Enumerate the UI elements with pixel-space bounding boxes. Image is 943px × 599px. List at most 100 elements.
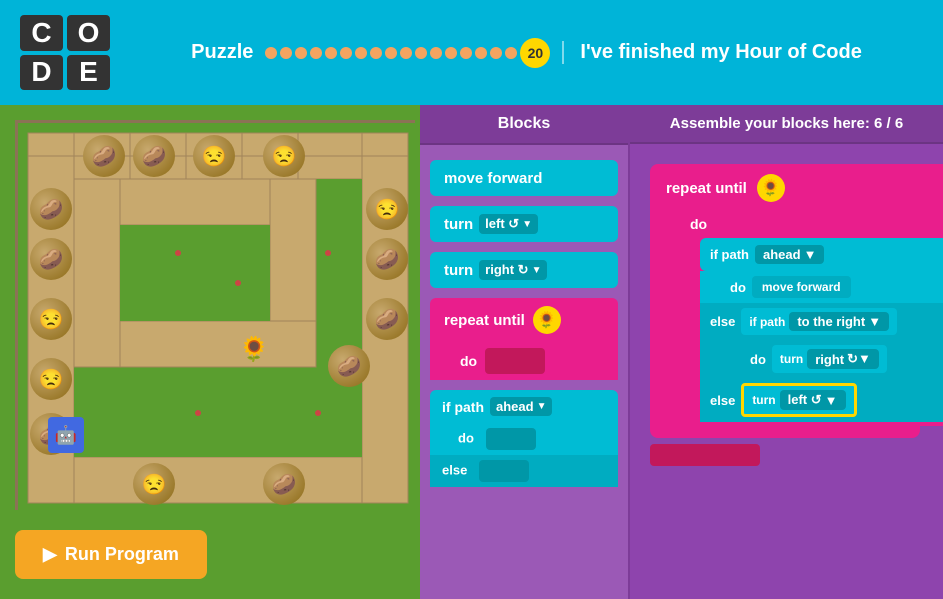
move-forward-block[interactable]: move forward <box>430 160 618 196</box>
asm-bottom-connector <box>650 444 760 466</box>
if-ahead-arrow: ▼ <box>537 401 547 412</box>
asm-if-path-header: if path ahead ▼ <box>700 238 943 271</box>
puzzle-progress: Puzzle 20 I've finished my Hour of Code <box>130 38 923 68</box>
assemble-panel-header: Assemble your blocks here: 6 / 6 <box>630 105 943 144</box>
turn-left-value: left ↺ <box>485 216 519 232</box>
repeat-header: repeat until 🌻 <box>430 298 618 342</box>
if-path-label: if path <box>442 399 484 415</box>
if-else: else <box>430 455 618 487</box>
blocks-panel: Blocks move forward turn left ↺ ▼ turn r… <box>420 105 630 599</box>
asm-right-arrow: ▼ <box>868 314 881 329</box>
puzzle-dot-10 <box>415 47 427 59</box>
turn-left-arrow: ▼ <box>522 219 532 230</box>
asm-to-right-value: to the right <box>797 314 865 329</box>
puzzle-dot-9 <box>400 47 412 59</box>
puzzle-dot-16 <box>505 47 517 59</box>
asm-repeat-footer <box>650 426 920 438</box>
asm-turn-right-arrow: ↻▼ <box>847 351 871 367</box>
puzzle-dots: 20 <box>265 38 550 68</box>
app-header: C O D E Puzzle 20 I've finished my Hour … <box>0 0 943 105</box>
turn-right-text: turn <box>444 262 473 279</box>
repeat-until-block[interactable]: repeat until 🌻 do <box>430 298 618 380</box>
asm-turn-left-block: turn left ↺ ▼ <box>741 383 856 417</box>
puzzle-dot-5 <box>340 47 352 59</box>
asm-do-label: do <box>690 216 707 232</box>
enemy-6: 🥔 <box>30 238 72 280</box>
repeat-do: do <box>430 342 618 380</box>
assemble-content: repeat until 🌻 do if path ahead ▼ <box>630 144 943 599</box>
enemy-mid: 🥔 <box>328 345 370 387</box>
finished-text: I've finished my Hour of Code <box>562 41 861 64</box>
turn-right-value: right ↻ <box>485 262 528 278</box>
asm-turn-left-arrow: ▼ <box>825 393 838 408</box>
turn-right-block[interactable]: turn right ↻ ▼ <box>430 252 618 288</box>
asm-else-2: else turn left ↺ ▼ <box>700 378 943 422</box>
asm-turn-left-text: turn <box>752 393 775 407</box>
assembled-repeat-block: repeat until 🌻 do if path ahead ▼ <box>650 164 943 466</box>
turn-left-text: turn <box>444 216 473 233</box>
enemy-5: 🥔 <box>30 188 72 230</box>
asm-turn-right-block: turn right ↻▼ <box>772 345 887 373</box>
enemy-12: 🥔 <box>366 298 408 340</box>
enemy-13: 😒 <box>133 463 175 505</box>
logo-d: D <box>20 55 63 91</box>
asm-if-path-right: if path to the right ▼ <box>741 308 897 335</box>
else-label: else <box>442 462 467 477</box>
logo-e: E <box>67 55 110 91</box>
if-do-slot <box>486 428 536 450</box>
asm-sunflower: 🌻 <box>757 174 785 202</box>
asm-if-path-label: if path <box>710 247 749 262</box>
turn-right-dropdown[interactable]: right ↻ ▼ <box>479 260 547 280</box>
if-path-block[interactable]: if path ahead ▼ do else <box>430 390 618 487</box>
puzzle-dot-2 <box>295 47 307 59</box>
asm-turn-right-dropdown[interactable]: right ↻▼ <box>807 349 879 369</box>
turn-left-block[interactable]: turn left ↺ ▼ <box>430 206 618 242</box>
asm-move-forward-block: move forward <box>752 276 851 298</box>
puzzle-dot-0 <box>265 47 277 59</box>
asm-do-turn-right: do turn right ↻▼ <box>700 340 943 378</box>
enemy-2: 🥔 <box>133 135 175 177</box>
blocks-panel-header: Blocks <box>420 105 628 145</box>
repeat-sunflower: 🌻 <box>533 306 561 334</box>
turn-right-arrow: ▼ <box>532 265 542 276</box>
if-ahead-dropdown[interactable]: ahead ▼ <box>490 397 552 416</box>
blocks-list: move forward turn left ↺ ▼ turn right ↻ … <box>420 145 628 502</box>
enemy-7: 😒 <box>30 298 72 340</box>
maze-svg <box>18 123 418 513</box>
puzzle-dot-4 <box>325 47 337 59</box>
if-do: do <box>430 423 618 455</box>
asm-do-move: do move forward <box>700 271 943 303</box>
repeat-label: repeat until <box>444 312 525 329</box>
asm-turn-left-dropdown[interactable]: left ↺ ▼ <box>780 390 846 410</box>
asm-else-label: else <box>710 314 735 329</box>
if-do-label: do <box>458 430 474 445</box>
asm-ahead-dropdown[interactable]: ahead ▼ <box>755 245 824 264</box>
do-label: do <box>460 353 477 369</box>
asm-turn-left-value: left ↺ <box>788 392 822 408</box>
asm-do-outer: do if path ahead ▼ do move forward <box>650 212 943 426</box>
asm-turn-right-text: turn <box>780 352 803 366</box>
move-forward-label: move forward <box>444 170 542 187</box>
puzzle-dot-current: 20 <box>520 38 550 68</box>
puzzle-dot-12 <box>445 47 457 59</box>
asm-ahead-arrow: ▼ <box>804 247 817 262</box>
maze-container: 🥔 🥔 😒 😒 🥔 🥔 😒 😒 🥔 😒 🥔 🥔 😒 🥔 <box>15 120 415 510</box>
asm-right-dropdown[interactable]: to the right ▼ <box>789 312 889 331</box>
puzzle-dot-8 <box>385 47 397 59</box>
enemy-14: 🥔 <box>263 463 305 505</box>
puzzle-dot-13 <box>460 47 472 59</box>
puzzle-dot-3 <box>310 47 322 59</box>
puzzle-dot-6 <box>355 47 367 59</box>
puzzle-label: Puzzle <box>191 41 253 64</box>
else-slot <box>479 460 529 482</box>
logo-c: C <box>20 15 63 51</box>
play-icon: ▶ <box>43 544 57 565</box>
turn-left-dropdown[interactable]: left ↺ ▼ <box>479 214 538 234</box>
puzzle-dot-7 <box>370 47 382 59</box>
enemy-10: 😒 <box>366 188 408 230</box>
asm-if-path-right-label: if path <box>749 315 785 329</box>
if-ahead-value: ahead <box>496 399 534 414</box>
game-area: 🥔 🥔 😒 😒 🥔 🥔 😒 😒 🥔 😒 🥔 🥔 😒 🥔 <box>0 105 420 599</box>
run-program-button[interactable]: ▶ Run Program <box>15 530 207 579</box>
asm-do-move-label: do <box>730 280 746 295</box>
